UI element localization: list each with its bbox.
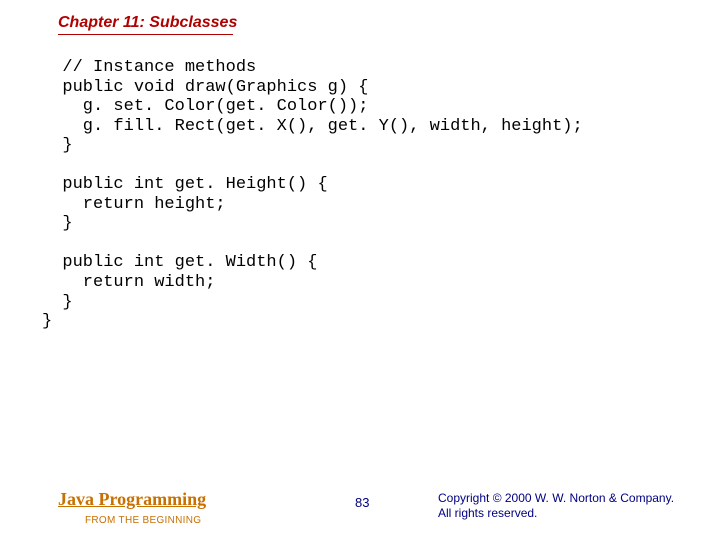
chapter-underline [58,34,233,35]
copyright-text: Copyright © 2000 W. W. Norton & Company.… [438,491,674,522]
book-subtitle: FROM THE BEGINNING [85,515,201,526]
copyright-line2: All rights reserved. [438,506,537,520]
page-number: 83 [355,495,369,510]
book-title: Java Programming [58,489,206,510]
copyright-line1: Copyright © 2000 W. W. Norton & Company. [438,491,674,505]
code-content: // Instance methods public void draw(Gra… [42,58,583,332]
chapter-title: Chapter 11: Subclasses [58,14,237,32]
